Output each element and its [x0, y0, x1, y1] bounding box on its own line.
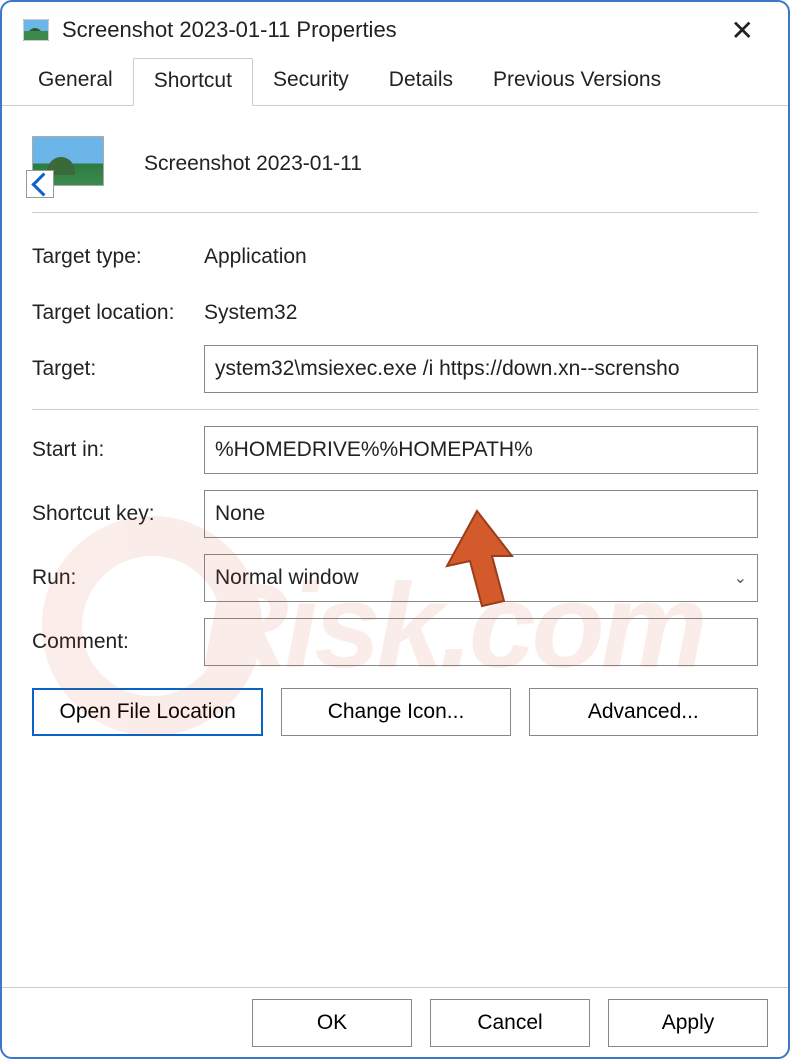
- label-target-type: Target type:: [32, 245, 204, 269]
- row-start-in: Start in:: [32, 422, 758, 478]
- label-comment: Comment:: [32, 630, 204, 654]
- titlebar-icon: [22, 16, 50, 44]
- tab-shortcut[interactable]: Shortcut: [133, 58, 253, 106]
- start-in-input[interactable]: [204, 426, 758, 474]
- close-button[interactable]: ✕: [717, 8, 768, 53]
- tabs: General Shortcut Security Details Previo…: [2, 58, 788, 106]
- tab-security[interactable]: Security: [253, 58, 369, 105]
- run-value: Normal window: [215, 566, 359, 590]
- row-target: Target:: [32, 341, 758, 397]
- shortcut-pane: Risk.com Screenshot 2023-01-11 Target ty…: [2, 106, 788, 987]
- file-header: Screenshot 2023-01-11: [32, 126, 758, 213]
- shortcut-overlay-icon: [26, 170, 54, 198]
- label-shortcut-key: Shortcut key:: [32, 502, 204, 526]
- cancel-button[interactable]: Cancel: [430, 999, 590, 1047]
- row-comment: Comment:: [32, 614, 758, 670]
- row-run: Run: Normal window ⌄: [32, 550, 758, 606]
- row-shortcut-key: Shortcut key:: [32, 486, 758, 542]
- chevron-down-icon: ⌄: [734, 568, 747, 588]
- label-run: Run:: [32, 566, 204, 590]
- dialog-footer: OK Cancel Apply: [2, 987, 788, 1057]
- comment-input[interactable]: [204, 618, 758, 666]
- value-target-location: System32: [204, 301, 297, 325]
- shortcut-key-input[interactable]: [204, 490, 758, 538]
- shortcut-file-icon: [32, 136, 104, 192]
- label-start-in: Start in:: [32, 438, 204, 462]
- tab-previous-versions[interactable]: Previous Versions: [473, 58, 681, 105]
- ok-button[interactable]: OK: [252, 999, 412, 1047]
- label-target: Target:: [32, 357, 204, 381]
- file-name: Screenshot 2023-01-11: [144, 152, 362, 176]
- open-file-location-button[interactable]: Open File Location: [32, 688, 263, 736]
- row-target-location: Target location: System32: [32, 285, 758, 341]
- label-target-location: Target location:: [32, 301, 204, 325]
- tab-details[interactable]: Details: [369, 58, 473, 105]
- value-target-type: Application: [204, 245, 307, 269]
- run-select[interactable]: Normal window ⌄: [204, 554, 758, 602]
- action-buttons: Open File Location Change Icon... Advanc…: [32, 688, 758, 736]
- tab-general[interactable]: General: [18, 58, 133, 105]
- target-input[interactable]: [204, 345, 758, 393]
- titlebar: Screenshot 2023-01-11 Properties ✕: [2, 2, 788, 58]
- change-icon-button[interactable]: Change Icon...: [281, 688, 510, 736]
- apply-button[interactable]: Apply: [608, 999, 768, 1047]
- properties-dialog: Screenshot 2023-01-11 Properties ✕ Gener…: [0, 0, 790, 1059]
- advanced-button[interactable]: Advanced...: [529, 688, 758, 736]
- window-title: Screenshot 2023-01-11 Properties: [62, 17, 717, 43]
- row-target-type: Target type: Application: [32, 229, 758, 285]
